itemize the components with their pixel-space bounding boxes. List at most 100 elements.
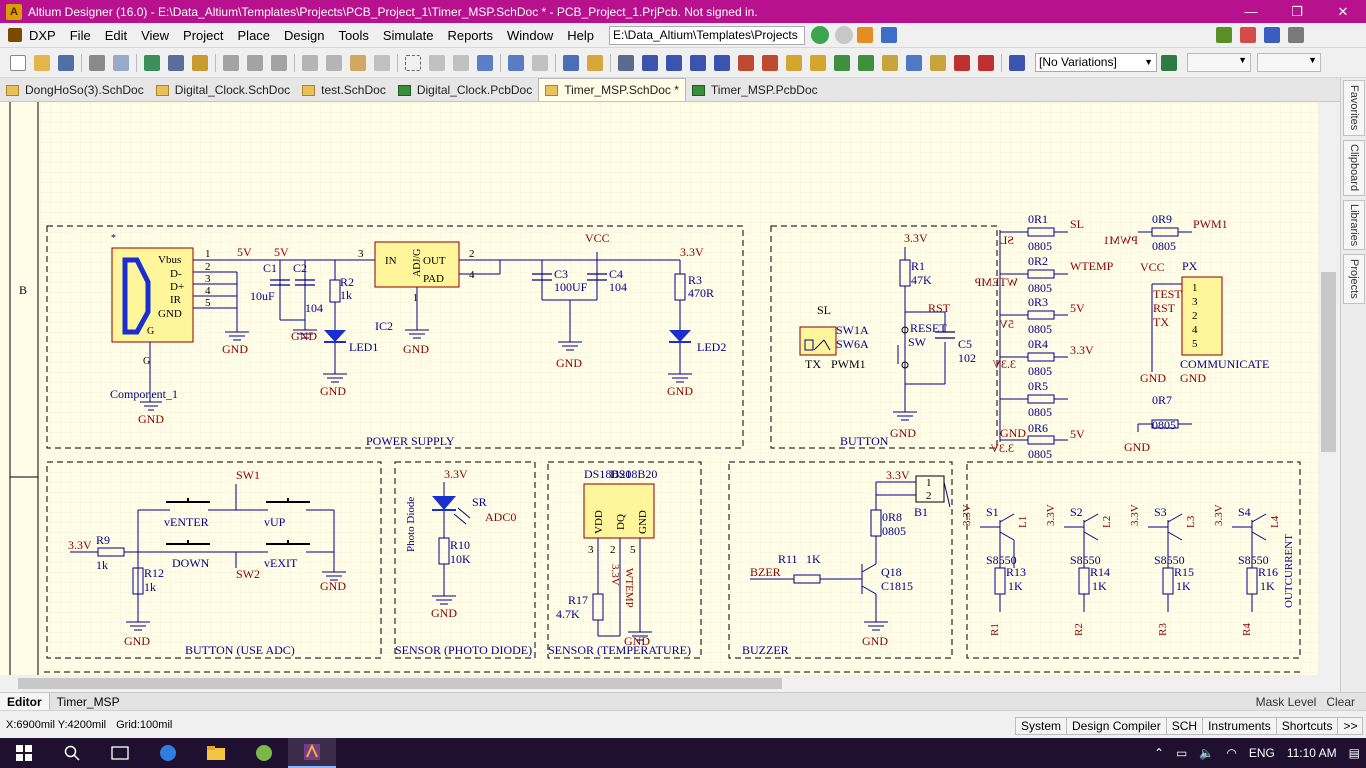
place-bus-icon[interactable]: [666, 54, 682, 71]
menu-dxp[interactable]: DXP: [22, 23, 63, 48]
place-bus-entry-icon[interactable]: [690, 54, 706, 71]
place-net-label-icon[interactable]: [714, 54, 730, 71]
variations-select[interactable]: [No Variations] ▼: [1035, 53, 1157, 72]
windows-start-icon[interactable]: [0, 738, 48, 768]
cut-icon[interactable]: [302, 54, 318, 71]
3d-view-icon[interactable]: [144, 54, 160, 71]
zoom-area-icon[interactable]: [247, 54, 263, 71]
app-green-icon[interactable]: [240, 738, 288, 768]
tab-digital-clock-schdoc[interactable]: Digital_Clock.SchDoc: [150, 79, 296, 101]
tab-timer-msp-pcbdoc[interactable]: Timer_MSP.PcbDoc: [686, 79, 824, 101]
vertical-scrollbar[interactable]: [1318, 102, 1340, 675]
menu-project[interactable]: Project: [176, 23, 230, 48]
place-vcc-icon[interactable]: [762, 54, 778, 71]
menu-file[interactable]: File: [63, 23, 98, 48]
variants-icon[interactable]: [1161, 54, 1177, 71]
editor-tab-timer-msp[interactable]: Timer_MSP: [50, 693, 127, 711]
open-icon[interactable]: [34, 54, 50, 71]
save-icon[interactable]: [58, 54, 74, 71]
close-button[interactable]: ✕: [1320, 0, 1366, 23]
select-area-icon[interactable]: [405, 54, 421, 71]
editor-tab-editor[interactable]: Editor: [0, 692, 50, 711]
power-port-icon[interactable]: [1264, 27, 1280, 43]
place-wire-icon[interactable]: [642, 54, 658, 71]
wifi-icon[interactable]: ◠: [1220, 746, 1242, 760]
place-sheet-entry-icon[interactable]: [834, 54, 850, 71]
maximize-button[interactable]: ❐: [1274, 0, 1320, 23]
place-port-icon[interactable]: [882, 54, 898, 71]
refresh-icon[interactable]: [880, 27, 897, 43]
menu-simulate[interactable]: Simulate: [376, 23, 441, 48]
sensor-ds18b20[interactable]: VDD DQ GND DS18B20 DS18B20: [583, 467, 657, 539]
horizontal-scroll-thumb[interactable]: [18, 678, 782, 689]
clear-button[interactable]: Clear: [1321, 695, 1360, 709]
tab-donghoso-schdoc[interactable]: DongHoSo(3).SchDoc: [0, 79, 150, 101]
paste-icon[interactable]: [350, 54, 366, 71]
panel-tab-clipboard[interactable]: Clipboard: [1343, 140, 1365, 196]
menu-help[interactable]: Help: [560, 23, 601, 48]
move-icon[interactable]: [429, 54, 445, 71]
print-icon[interactable]: [89, 54, 105, 71]
empty-combo-1[interactable]: ▼: [1187, 53, 1251, 72]
component-icon[interactable]: [192, 54, 208, 71]
zoom-selected-icon[interactable]: [271, 54, 287, 71]
panel-tab-favorites[interactable]: Favorites: [1343, 80, 1365, 136]
battery-icon[interactable]: ▭: [1170, 746, 1193, 760]
edge-browser-icon[interactable]: [144, 738, 192, 768]
deselect-icon[interactable]: [453, 54, 469, 71]
print-preview-icon[interactable]: [113, 54, 129, 71]
forward-arrow-icon[interactable]: [834, 26, 853, 44]
place-part-icon[interactable]: [786, 54, 802, 71]
panel-button-more[interactable]: >>: [1337, 717, 1364, 735]
panel-tab-libraries[interactable]: Libraries: [1343, 200, 1365, 250]
document-icon[interactable]: [168, 54, 184, 71]
schematic-svg[interactable]: B POWER SUPPLY BUTTON BUTTON (USE ADC) S…: [0, 102, 1318, 675]
empty-combo-2[interactable]: ▼: [1257, 53, 1321, 72]
menu-view[interactable]: View: [134, 23, 176, 48]
menu-reports[interactable]: Reports: [440, 23, 500, 48]
menu-design[interactable]: Design: [277, 23, 331, 48]
rubber-stamp-icon[interactable]: [374, 54, 390, 71]
back-arrow-icon[interactable]: [810, 26, 829, 44]
panel-button-design-compiler[interactable]: Design Compiler: [1066, 717, 1167, 735]
place-device-sheet-icon[interactable]: [858, 54, 874, 71]
document-path-box[interactable]: E:\Data_Altium\Templates\Projects: [608, 25, 805, 45]
menu-place[interactable]: Place: [231, 23, 278, 48]
cross-probe-icon[interactable]: [587, 54, 603, 71]
place-gnd-icon[interactable]: [738, 54, 754, 71]
schematic-canvas[interactable]: B POWER SUPPLY BUTTON BUTTON (USE ADC) S…: [0, 102, 1340, 675]
hierarchy-icon[interactable]: [563, 54, 579, 71]
minimize-button[interactable]: —: [1228, 0, 1274, 23]
undo-icon[interactable]: [508, 54, 524, 71]
horizontal-scrollbar[interactable]: [0, 675, 1318, 692]
pencil-icon[interactable]: [1009, 54, 1025, 71]
search-icon[interactable]: [48, 738, 96, 768]
notification-icon[interactable]: ▤: [1343, 746, 1366, 760]
redo-icon[interactable]: [532, 54, 548, 71]
tab-test-schdoc[interactable]: test.SchDoc: [296, 79, 392, 101]
clock-time[interactable]: 11:10 AM: [1281, 746, 1343, 760]
grid-icon[interactable]: [1288, 27, 1304, 43]
panel-button-instruments[interactable]: Instruments: [1202, 717, 1277, 735]
copy-icon[interactable]: [326, 54, 342, 71]
file-explorer-icon[interactable]: [192, 738, 240, 768]
tab-timer-msp-schdoc[interactable]: Timer_MSP.SchDoc *: [538, 78, 686, 101]
place-harness-icon[interactable]: [906, 54, 922, 71]
place-sheet-symbol-icon[interactable]: [810, 54, 826, 71]
compile-mask-icon[interactable]: [978, 54, 994, 71]
panel-button-sch[interactable]: SCH: [1165, 717, 1204, 735]
task-view-icon[interactable]: [96, 738, 144, 768]
zoom-fit-icon[interactable]: [223, 54, 239, 71]
new-icon[interactable]: [10, 54, 26, 71]
no-erc-icon[interactable]: [954, 54, 970, 71]
vertical-scroll-thumb[interactable]: [1321, 272, 1336, 452]
panel-tab-projects[interactable]: Projects: [1343, 254, 1365, 304]
menu-edit[interactable]: Edit: [98, 23, 134, 48]
browse-icon[interactable]: [618, 54, 634, 71]
language-indicator[interactable]: ENG: [1243, 746, 1281, 760]
menu-tools[interactable]: Tools: [332, 23, 376, 48]
filter-icon[interactable]: [477, 54, 493, 71]
chevron-up-icon[interactable]: ⌃: [1148, 746, 1170, 760]
volume-icon[interactable]: 🔈: [1193, 746, 1220, 760]
panel-button-system[interactable]: System: [1015, 717, 1068, 735]
